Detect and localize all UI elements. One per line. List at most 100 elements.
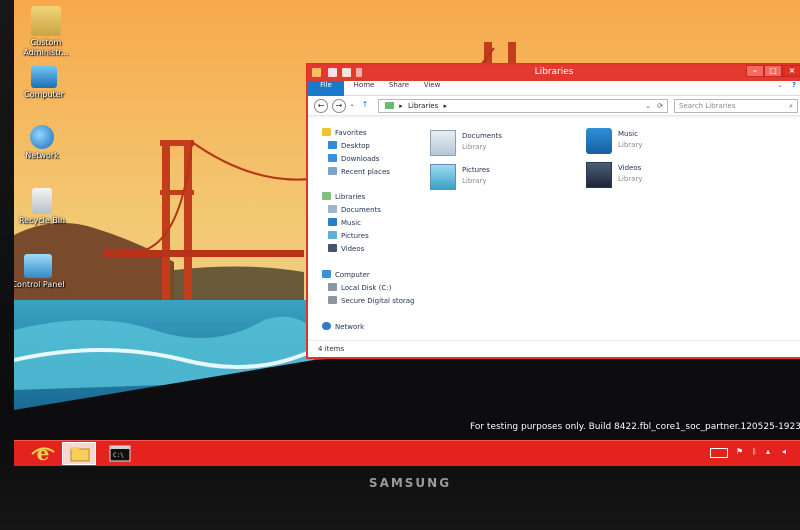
- nav-downloads[interactable]: Downloads: [328, 154, 379, 166]
- library-type: Library: [462, 177, 487, 185]
- nav-label: Pictures: [341, 232, 369, 240]
- control-panel-icon: [24, 254, 52, 278]
- desktop-icon: [328, 141, 337, 149]
- recent-locations-chevron-icon[interactable]: ⌄: [348, 99, 356, 113]
- close-button[interactable]: ×: [782, 65, 800, 77]
- command-prompt-icon: C:\: [109, 445, 131, 462]
- nav-videos[interactable]: Videos: [328, 244, 364, 256]
- monitor-brand-logo: SAMSUNG: [368, 476, 452, 490]
- desktop-icon-control-panel[interactable]: Control Panel: [14, 254, 68, 290]
- maximize-button[interactable]: □: [764, 65, 782, 77]
- libraries-breadcrumb-icon: [385, 102, 394, 109]
- breadcrumb-separator: ▸: [443, 102, 447, 110]
- window-titlebar[interactable]: Libraries – □ ×: [308, 65, 800, 81]
- nav-favorites[interactable]: Favorites: [322, 128, 367, 140]
- breadcrumb-libraries[interactable]: Libraries: [408, 102, 438, 110]
- music-library-icon: [586, 128, 612, 154]
- library-type: Library: [618, 141, 643, 149]
- volume-icon[interactable]: ◂: [782, 447, 786, 459]
- search-icon: ⌕: [789, 102, 793, 110]
- sd-card-icon: [328, 296, 337, 304]
- library-music[interactable]: Music Library: [586, 126, 706, 158]
- search-input[interactable]: Search Libraries ⌕: [674, 99, 798, 113]
- library-name: Music: [618, 130, 638, 138]
- network-icon[interactable]: ▴: [766, 447, 770, 459]
- nav-label: Videos: [341, 245, 365, 253]
- desktop-icon-computer[interactable]: Computer: [14, 66, 74, 100]
- nav-label: Secure Digital storag: [341, 297, 415, 305]
- address-dropdown-icon[interactable]: ⌄: [645, 100, 651, 112]
- tab-home[interactable]: Home: [348, 81, 380, 96]
- desktop-icon-label: Control Panel: [14, 280, 65, 289]
- nav-label: Computer: [335, 271, 370, 279]
- recent-places-icon: [328, 167, 337, 175]
- nav-libraries[interactable]: Libraries: [322, 192, 365, 204]
- desktop-icon-label: Network: [25, 151, 59, 160]
- nav-pictures[interactable]: Pictures: [328, 231, 369, 243]
- desktop-icon-network[interactable]: Network: [14, 125, 72, 161]
- libraries-window[interactable]: Libraries – □ × File Home Share View ⌄ ?…: [306, 63, 800, 359]
- tab-view[interactable]: View: [418, 81, 446, 96]
- file-explorer-icon: [70, 447, 90, 462]
- nav-label: Local Disk (C:): [341, 284, 392, 292]
- minimize-button[interactable]: –: [746, 65, 764, 77]
- library-pictures[interactable]: Pictures Library: [430, 162, 550, 194]
- drive-icon: [328, 283, 337, 291]
- nav-label: Desktop: [341, 142, 370, 150]
- keyboard-icon[interactable]: [710, 448, 728, 458]
- forward-button[interactable]: →: [332, 99, 346, 113]
- nav-local-disk[interactable]: Local Disk (C:): [328, 283, 391, 295]
- address-bar-row: ← → ⌄ ↑ ▸ Libraries ▸ ⟳ ⌄ Search Librari…: [308, 96, 800, 116]
- nav-secure-digital-storage[interactable]: Secure Digital storag: [328, 296, 415, 308]
- videos-icon: [328, 244, 337, 252]
- svg-text:e: e: [37, 442, 50, 465]
- network-globe-icon: [30, 125, 54, 149]
- network-icon: [322, 322, 331, 330]
- documents-icon: [328, 205, 337, 213]
- monitor-bezel: Custom Administr... Computer Network Rec…: [0, 0, 800, 530]
- music-icon: [328, 218, 337, 226]
- nav-network[interactable]: Network: [322, 322, 364, 334]
- library-documents[interactable]: Documents Library: [430, 128, 550, 160]
- breadcrumb-separator: ▸: [399, 102, 403, 110]
- search-placeholder: Search Libraries: [679, 102, 736, 110]
- tab-file[interactable]: File: [308, 81, 344, 96]
- window-title: Libraries: [534, 67, 574, 77]
- nav-label: Libraries: [335, 193, 366, 201]
- desktop-icon-custom-administrator[interactable]: Custom Administr...: [16, 6, 76, 58]
- address-field[interactable]: ▸ Libraries ▸ ⟳ ⌄: [378, 99, 668, 113]
- nav-computer[interactable]: Computer: [322, 270, 370, 282]
- pictures-library-icon: [430, 164, 456, 190]
- pictures-icon: [328, 231, 337, 239]
- library-type: Library: [618, 175, 643, 183]
- internet-explorer-icon: e: [31, 441, 55, 465]
- taskbar-file-explorer[interactable]: [62, 442, 96, 465]
- svg-text:C:\: C:\: [113, 452, 124, 459]
- library-videos[interactable]: Videos Library: [586, 160, 706, 192]
- nav-documents[interactable]: Documents: [328, 205, 381, 217]
- taskbar-command-prompt[interactable]: C:\: [104, 442, 138, 465]
- flag-icon[interactable]: ⚑: [736, 447, 743, 459]
- up-button[interactable]: ↑: [358, 99, 372, 113]
- back-button[interactable]: ←: [314, 99, 328, 113]
- nav-music[interactable]: Music: [328, 218, 361, 230]
- desktop-icon-label: Recycle Bin: [18, 216, 66, 225]
- user-folder-icon: [31, 6, 61, 36]
- desktop-screen: Custom Administr... Computer Network Rec…: [14, 0, 800, 466]
- downloads-icon: [328, 154, 337, 162]
- nav-label: Favorites: [335, 129, 367, 137]
- help-icon[interactable]: ?: [788, 81, 800, 96]
- build-watermark: For testing purposes only. Build 8422.fb…: [470, 422, 800, 432]
- status-bar: 4 items: [308, 340, 800, 357]
- nav-desktop[interactable]: Desktop: [328, 141, 370, 153]
- tab-share[interactable]: Share: [382, 81, 416, 96]
- desktop-icon-label: Computer: [24, 90, 64, 99]
- documents-library-icon: [430, 130, 456, 156]
- taskbar-internet-explorer[interactable]: e: [26, 441, 60, 465]
- refresh-icon[interactable]: ⟳: [657, 100, 663, 112]
- computer-icon: [31, 66, 57, 88]
- desktop-icon-recycle-bin[interactable]: Recycle Bin: [14, 188, 72, 226]
- bluetooth-icon[interactable]: ᛒ: [752, 447, 757, 459]
- ribbon-expand-icon[interactable]: ⌄: [774, 81, 786, 96]
- nav-recent-places[interactable]: Recent places: [328, 167, 390, 179]
